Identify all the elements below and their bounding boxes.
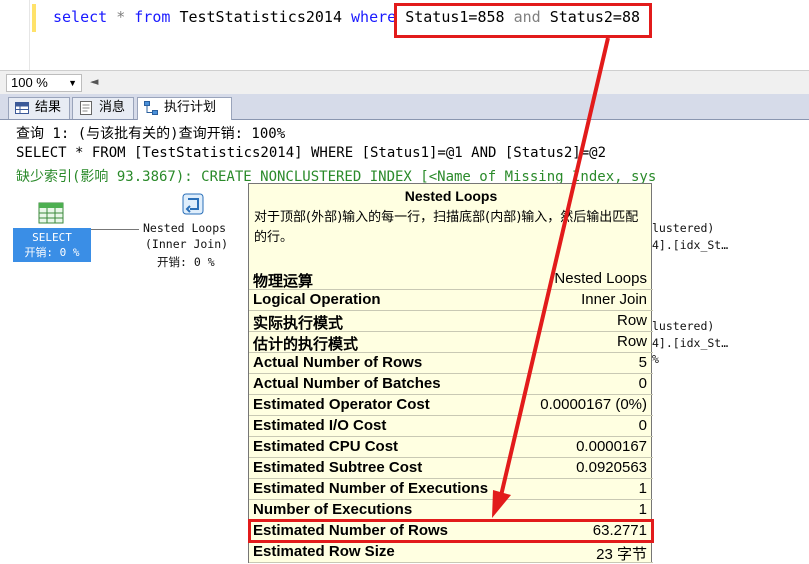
tooltip-row: 实际执行模式 Row: [249, 311, 653, 332]
index-seek-1-object: 4].[idx_St…: [652, 238, 729, 252]
tooltip-row: 估计的执行模式 Row: [249, 332, 653, 353]
grid-icon: [15, 102, 29, 114]
tooltip-row-key: Estimated I/O Cost: [253, 417, 387, 434]
tooltip-row: Estimated CPU Cost 0.0000167: [249, 437, 653, 458]
table-name: TestStatistics2014: [179, 8, 342, 26]
tab-messages-label: 消息: [99, 100, 126, 115]
tooltip-row-value: 23 字节: [596, 546, 647, 563]
message-icon: [80, 101, 92, 115]
tooltip-row-value: 0.0000167: [576, 438, 647, 455]
select-node-cost: 开销: 0 %: [24, 246, 80, 259]
keyword-from: from: [134, 8, 171, 26]
change-marker: [32, 4, 36, 32]
scroll-left-icon[interactable]: ◄: [90, 75, 98, 88]
tooltip-row: Estimated Subtree Cost 0.0920563: [249, 458, 653, 479]
tooltip-row-value: Row: [616, 333, 647, 350]
tooltip-row: Number of Executions 1: [249, 500, 653, 521]
plan-connector: [91, 229, 139, 230]
tooltip-row-value: 1: [638, 501, 647, 518]
zoom-value: 100 %: [11, 75, 48, 90]
tab-results-label: 结果: [35, 100, 62, 115]
tooltip-row-key: Estimated Row Size: [253, 543, 395, 560]
tooltip-row: Estimated Number of Executions 1: [249, 479, 653, 500]
tooltip-row-key: Logical Operation: [253, 291, 381, 308]
tooltip-row-key: Estimated Subtree Cost: [253, 459, 423, 476]
select-node-label: SELECT: [32, 231, 72, 244]
tooltip-row-key: Actual Number of Batches: [253, 375, 441, 392]
tooltip-row-key: 物理运算: [253, 273, 314, 290]
tooltip-row-value: 0.0000167 (0%): [540, 396, 647, 413]
tooltip-description: 对于顶部(外部)输入的每一行，扫描底部(内部)输入，然后输出匹配的行。: [254, 210, 639, 245]
tooltip-row-value: 0: [638, 417, 647, 434]
result-tabs: 结果 消息 执行计划: [0, 94, 809, 120]
query-statement-line: SELECT * FROM [TestStatistics2014] WHERE…: [16, 145, 607, 161]
tooltip-row-value: 1: [638, 480, 647, 497]
tooltip-row: Estimated Operator Cost 0.0000167 (0%): [249, 395, 653, 416]
select-node-icon[interactable]: [38, 202, 64, 224]
zoom-select[interactable]: 100 % ▼: [6, 74, 82, 92]
index-seek-2-cost: %: [652, 352, 659, 366]
keyword-where: where: [351, 8, 397, 26]
tooltip-row-value: Inner Join: [581, 291, 647, 308]
tab-results[interactable]: 结果: [8, 97, 70, 119]
tab-messages[interactable]: 消息: [72, 97, 134, 119]
tooltip-row-value: 5: [638, 354, 647, 371]
tooltip-row-key: 实际执行模式: [253, 315, 344, 332]
tooltip-row: Logical Operation Inner Join: [249, 290, 653, 311]
tooltip-row-value: 0: [638, 375, 647, 392]
editor-gutter: [0, 0, 30, 70]
sql-editor[interactable]: select * from TestStatistics2014 where S…: [0, 0, 809, 70]
zoom-bar: 100 % ▼ ◄: [0, 70, 809, 94]
tooltip-row-key: Estimated CPU Cost: [253, 438, 399, 455]
tooltip-title: Nested Loops: [404, 188, 498, 204]
chevron-down-icon: ▼: [68, 78, 77, 88]
tooltip-row-value: Nested Loops: [554, 270, 647, 287]
tooltip-row: Actual Number of Batches 0: [249, 374, 653, 395]
select-node[interactable]: SELECT 开销: 0 %: [13, 228, 91, 262]
tooltip-row-key: Actual Number of Rows: [253, 354, 423, 371]
tooltip-row: Actual Number of Rows 5: [249, 353, 653, 374]
index-seek-2-object: 4].[idx_St…: [652, 336, 729, 350]
tooltip-row-divider: [249, 562, 653, 563]
tooltip-row-key: Estimated Number of Executions: [253, 480, 489, 497]
keyword-select: select: [53, 8, 108, 26]
plan-icon: [144, 101, 158, 115]
index-seek-1-type: lustered): [652, 221, 715, 235]
tooltip-row-key: Number of Executions: [253, 501, 413, 518]
tooltip-row: Estimated I/O Cost 0: [249, 416, 653, 437]
where-clause-highlight: [394, 3, 652, 38]
nested-loops-label: Nested Loops: [143, 221, 227, 235]
operator-tooltip: Nested Loops 对于顶部(外部)输入的每一行，扫描底部(内部)输入，然…: [248, 183, 653, 563]
nested-loops-join-type: (Inner Join): [145, 237, 229, 251]
tab-execution-plan[interactable]: 执行计划: [137, 97, 232, 120]
tooltip-row-key: Estimated Operator Cost: [253, 396, 430, 413]
tooltip-row-key: 估计的执行模式: [253, 336, 359, 353]
tab-execution-plan-label: 执行计划: [164, 100, 217, 115]
tooltip-row: 物理运算 Nested Loops: [249, 269, 653, 290]
index-seek-2-type: lustered): [652, 319, 715, 333]
nested-loops-cost: 开销: 0 %: [157, 255, 215, 269]
query-cost-line: 查询 1: (与该批有关的)查询开销: 100%: [16, 126, 286, 142]
nested-loops-icon[interactable]: [180, 193, 206, 215]
star-token: *: [116, 8, 126, 26]
tooltip-row-value: 0.0920563: [576, 459, 647, 476]
tooltip-row-value: Row: [616, 312, 647, 329]
estimated-rows-highlight: [248, 519, 654, 543]
